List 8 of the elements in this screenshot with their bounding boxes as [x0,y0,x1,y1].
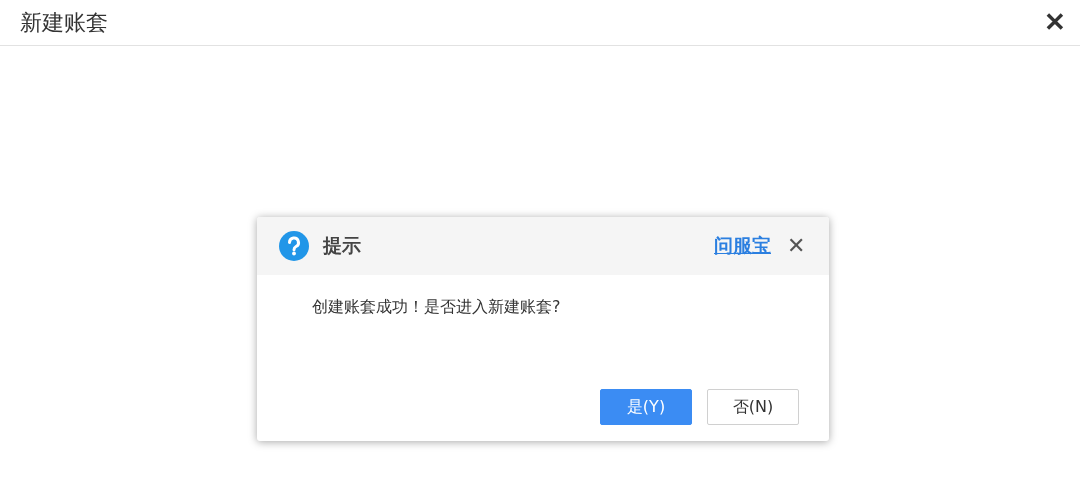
cancel-button[interactable]: 否(N) [707,389,799,425]
window-title: 新建账套 [20,8,109,37]
dialog-message: 创建账套成功！是否进入新建账套? [312,297,562,318]
question-icon [279,231,309,261]
dialog-title: 提示 [323,233,361,258]
close-button[interactable]: ✕ [785,233,807,259]
help-link[interactable]: 问服宝 [714,233,771,259]
close-button[interactable]: ✕ [1038,7,1072,38]
